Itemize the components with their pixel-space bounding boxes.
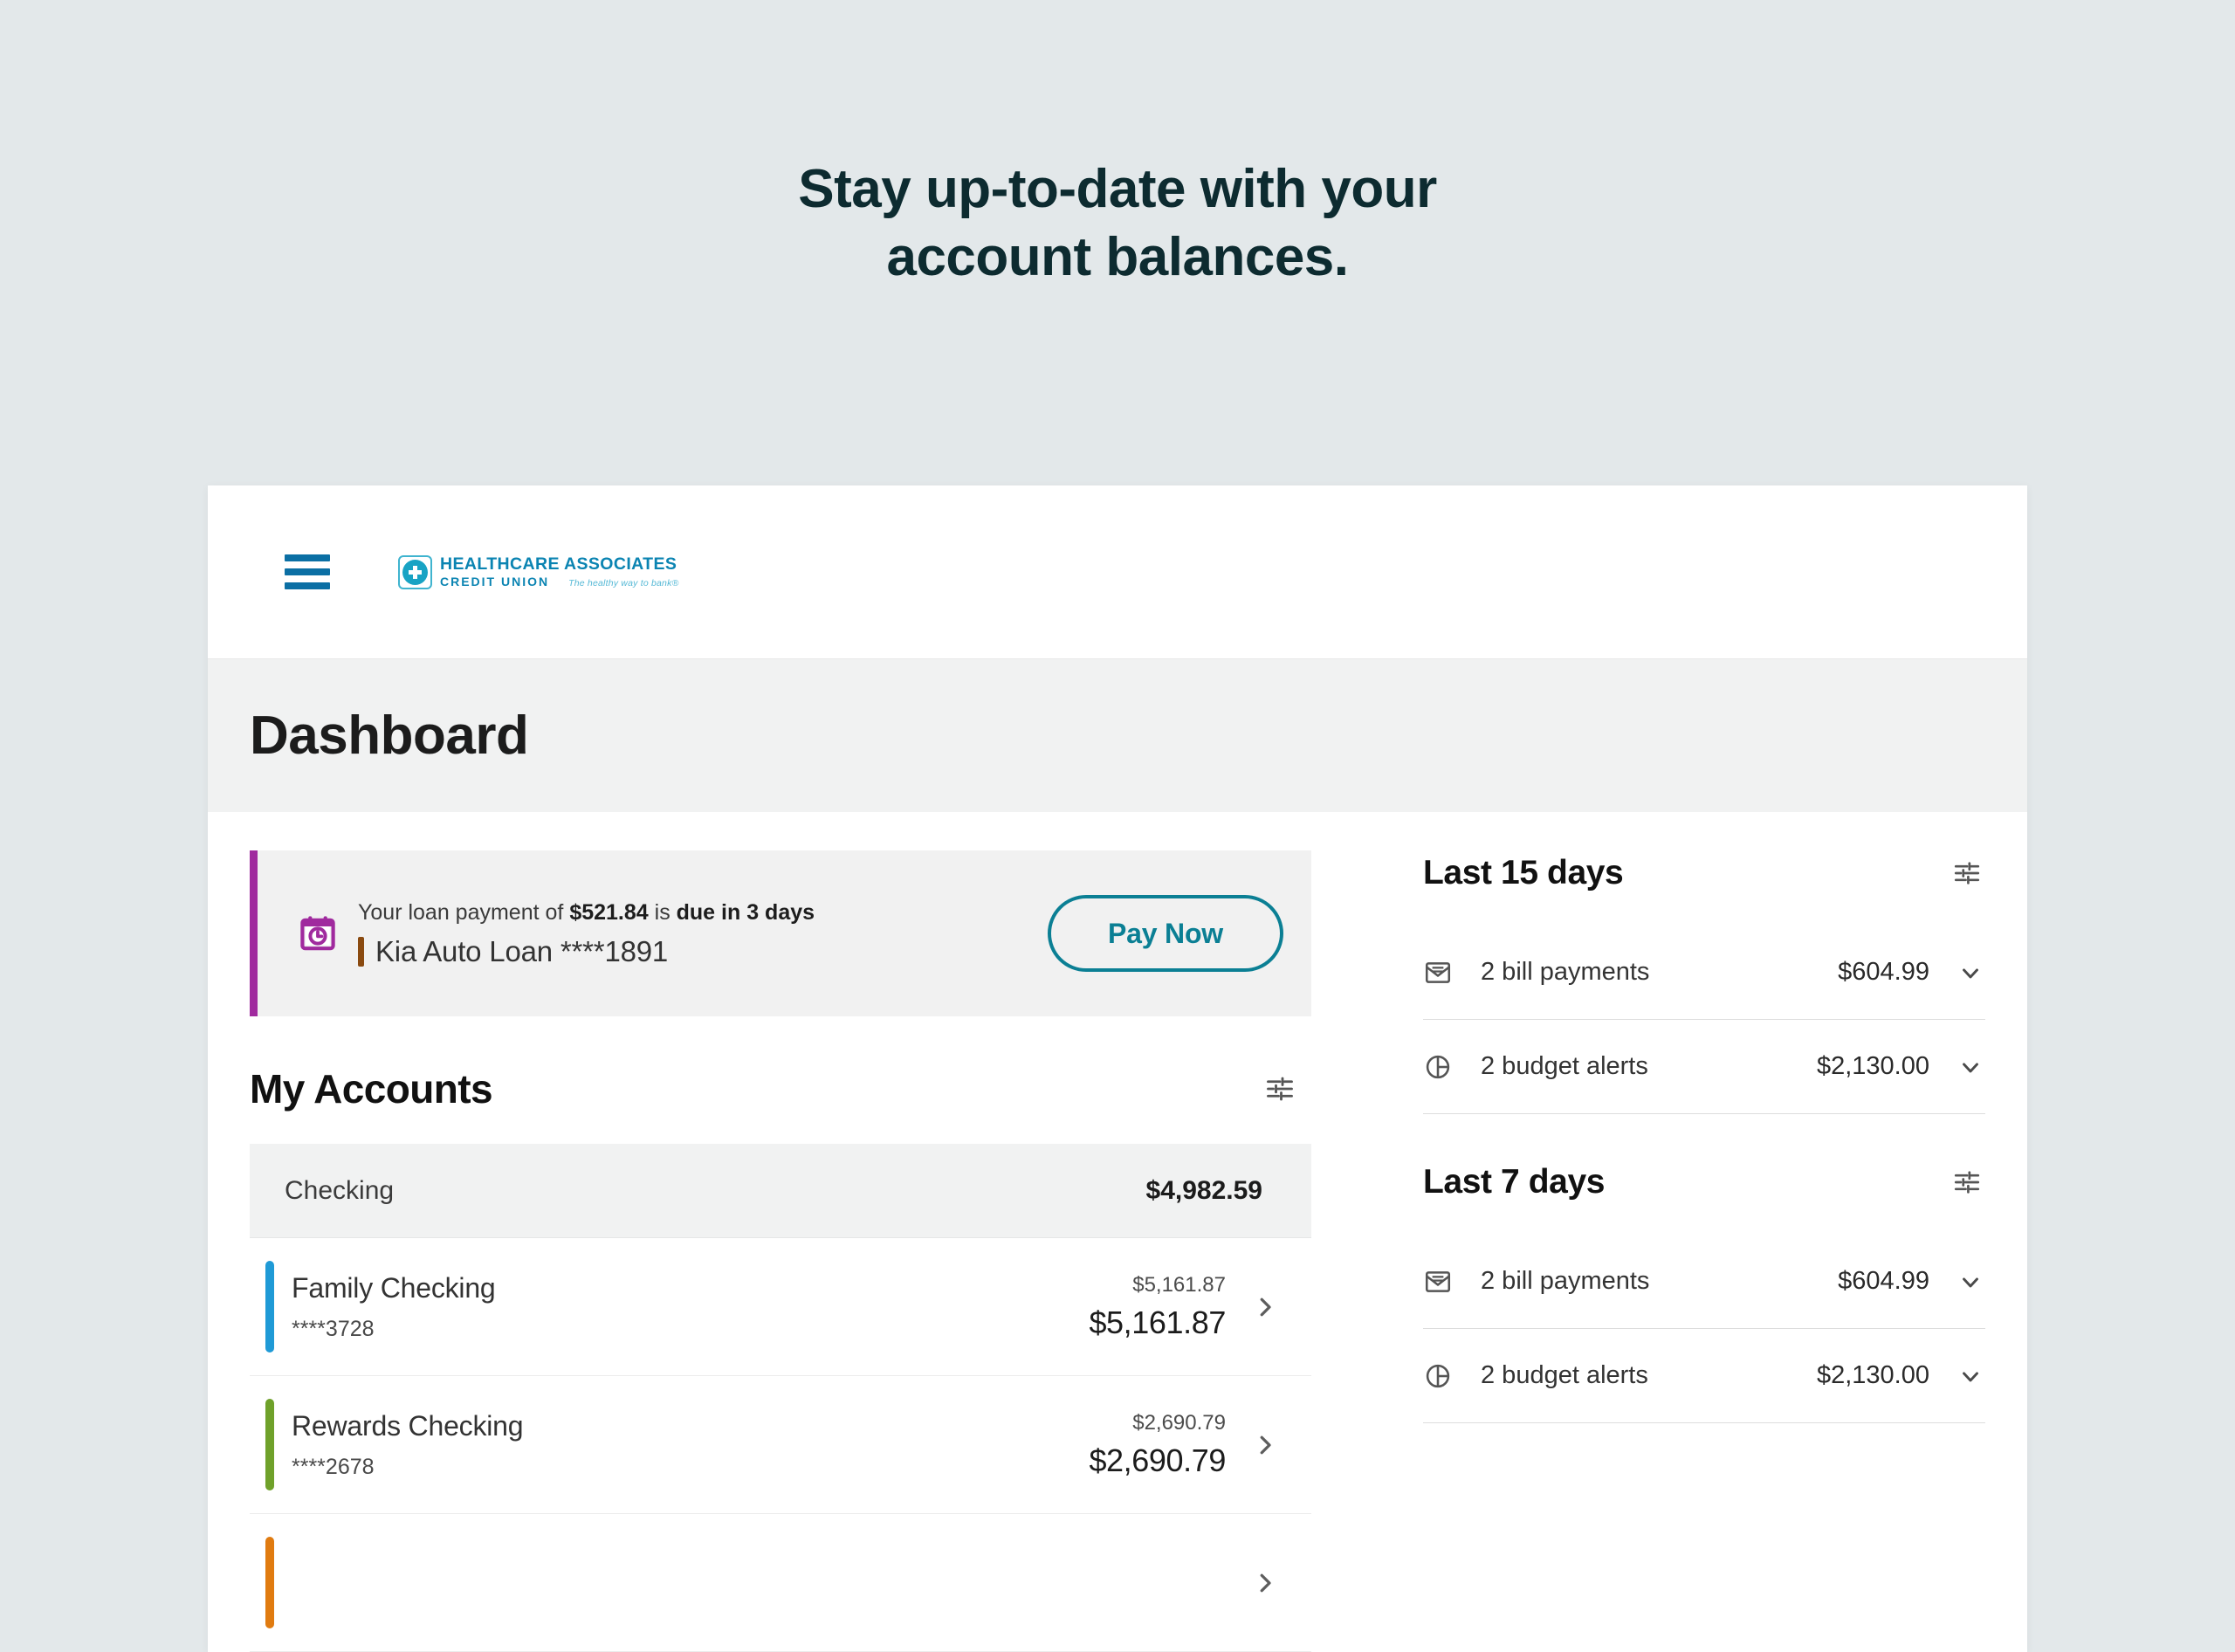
panel-filter-button[interactable]: [1949, 855, 1985, 891]
account-mask: ****3728: [292, 1316, 375, 1341]
app-topbar: HEALTHCARE ASSOCIATES CREDIT UNION The h…: [208, 485, 2027, 658]
loan-account-accent-bar: [358, 937, 364, 967]
accounts-list: Checking $4,982.59 Family Checking ****3…: [250, 1144, 1311, 1652]
hero-section: Stay up-to-date with your account balanc…: [0, 0, 2235, 292]
panel-header: Last 7 days: [1423, 1163, 1985, 1201]
account-group-header: Checking $4,982.59: [250, 1144, 1311, 1238]
pie-chart-icon: [1423, 1361, 1461, 1391]
table-row[interactable]: [250, 1514, 1311, 1652]
loan-alert-text: Your loan payment of $521.84 is due in 3…: [358, 898, 1048, 969]
account-accent-bar: [265, 1399, 274, 1490]
dashboard-right-column: Last 15 days 2 bill payments $604.99 2 b…: [1311, 850, 1985, 1652]
healthcare-cross-icon: [398, 554, 432, 589]
chevron-down-icon[interactable]: [1956, 1269, 1985, 1295]
hero-headline-line1: Stay up-to-date with your: [798, 159, 1437, 219]
account-current-balance: $5,161.87: [1089, 1304, 1226, 1340]
cross-disc: [402, 559, 428, 585]
app-window: HEALTHCARE ASSOCIATES CREDIT UNION The h…: [208, 485, 2027, 1652]
activity-label: 2 bill payments: [1481, 1267, 1650, 1295]
hamburger-menu-icon[interactable]: [285, 554, 330, 589]
panel-title: Last 15 days: [1423, 854, 1624, 891]
activity-label: 2 budget alerts: [1481, 1052, 1648, 1080]
account-mask: ****2678: [292, 1454, 375, 1479]
account-name: Family Checking: [292, 1271, 496, 1304]
brand-logo[interactable]: HEALTHCARE ASSOCIATES CREDIT UNION The h…: [398, 554, 679, 589]
tune-sliders-icon: [1952, 1171, 1982, 1200]
loan-message-middle: is: [648, 899, 677, 925]
account-info: Rewards Checking ****2678: [285, 1410, 1089, 1480]
list-item[interactable]: 2 budget alerts $2,130.00: [1423, 1020, 1985, 1114]
tune-sliders-icon: [1264, 1077, 1296, 1107]
accounts-filter-button[interactable]: [1261, 1070, 1299, 1108]
account-amounts: $5,161.87 $5,161.87: [1089, 1273, 1226, 1341]
panel-filter-button[interactable]: [1949, 1164, 1985, 1201]
account-name: Rewards Checking: [292, 1409, 524, 1442]
activity-label: 2 bill payments: [1481, 958, 1650, 986]
account-available-balance: $2,690.79: [1132, 1410, 1226, 1435]
bill-envelope-icon: [1423, 1267, 1461, 1297]
loan-due-text: due in 3 days: [676, 899, 815, 925]
hamburger-bar-2: [285, 568, 330, 575]
list-item[interactable]: 2 budget alerts $2,130.00: [1423, 1329, 1985, 1423]
chevron-right-icon[interactable]: [1250, 1570, 1280, 1596]
table-row[interactable]: Family Checking ****3728 $5,161.87 $5,16…: [250, 1238, 1311, 1376]
my-accounts-title: My Accounts: [250, 1066, 493, 1112]
activity-panel-last-15-days: Last 15 days 2 bill payments $604.99 2 b…: [1423, 854, 1985, 1114]
account-info: Family Checking ****3728: [285, 1272, 1089, 1342]
account-accent-bar: [265, 1537, 274, 1628]
account-group-total: $4,982.59: [1145, 1175, 1262, 1205]
calendar-clock-icon: [297, 912, 339, 954]
page-title: Dashboard: [250, 706, 529, 766]
brand-tagline: The healthy way to bank®: [568, 577, 679, 589]
account-available-balance: $5,161.87: [1132, 1272, 1226, 1297]
list-item[interactable]: 2 bill payments $604.99: [1423, 1235, 1985, 1329]
activity-amount: $2,130.00: [1816, 1052, 1929, 1080]
activity-amount: $604.99: [1838, 1267, 1929, 1295]
panel-header: Last 15 days: [1423, 854, 1985, 892]
loan-payment-alert: Your loan payment of $521.84 is due in 3…: [250, 850, 1311, 1016]
chevron-right-icon[interactable]: [1250, 1294, 1280, 1320]
brand-wordmark: HEALTHCARE ASSOCIATES CREDIT UNION The h…: [440, 554, 679, 589]
tune-sliders-icon: [1952, 862, 1982, 891]
loan-amount: $521.84: [569, 899, 649, 925]
bill-envelope-icon: [1423, 958, 1461, 988]
chevron-down-icon[interactable]: [1956, 1363, 1985, 1389]
page-header-band: Dashboard: [208, 658, 2027, 812]
dashboard-left-column: Your loan payment of $521.84 is due in 3…: [250, 850, 1311, 1652]
chevron-down-icon[interactable]: [1956, 1054, 1985, 1080]
loan-account-name: Kia Auto Loan ****1891: [375, 935, 669, 968]
activity-panel-last-7-days: Last 7 days 2 bill payments $604.99 2 bu…: [1423, 1163, 1985, 1423]
activity-label: 2 budget alerts: [1481, 1361, 1648, 1389]
my-accounts-header: My Accounts: [250, 1065, 1311, 1112]
activity-amount: $604.99: [1838, 958, 1929, 986]
activity-amount: $2,130.00: [1816, 1361, 1929, 1389]
hero-headline: Stay up-to-date with your account balanc…: [637, 155, 1598, 292]
brand-subname: CREDIT UNION: [440, 574, 550, 589]
loan-due-message: Your loan payment of $521.84 is due in 3…: [358, 898, 1048, 928]
account-accent-bar: [265, 1261, 274, 1353]
account-amounts: $2,690.79 $2,690.79: [1089, 1411, 1226, 1479]
pie-chart-icon: [1423, 1052, 1461, 1082]
pay-now-button[interactable]: Pay Now: [1048, 895, 1283, 972]
panel-spacer: [1423, 1114, 1985, 1163]
hero-headline-line2: account balances.: [886, 227, 1349, 288]
hamburger-bar-3: [285, 582, 330, 589]
loan-message-prefix: Your loan payment of: [358, 899, 570, 925]
brand-name: HEALTHCARE ASSOCIATES: [440, 554, 677, 574]
chevron-down-icon[interactable]: [1956, 960, 1985, 986]
account-group-name: Checking: [285, 1175, 395, 1205]
hamburger-bar-1: [285, 554, 330, 561]
account-current-balance: $2,690.79: [1089, 1442, 1226, 1478]
list-item[interactable]: 2 bill payments $604.99: [1423, 926, 1985, 1020]
panel-title: Last 7 days: [1423, 1163, 1606, 1201]
chevron-right-icon[interactable]: [1250, 1432, 1280, 1458]
dashboard-body: Your loan payment of $521.84 is due in 3…: [208, 812, 2027, 1652]
loan-account-line: Kia Auto Loan ****1891: [358, 935, 1048, 968]
account-info: [285, 1577, 1226, 1589]
table-row[interactable]: Rewards Checking ****2678 $2,690.79 $2,6…: [250, 1376, 1311, 1514]
